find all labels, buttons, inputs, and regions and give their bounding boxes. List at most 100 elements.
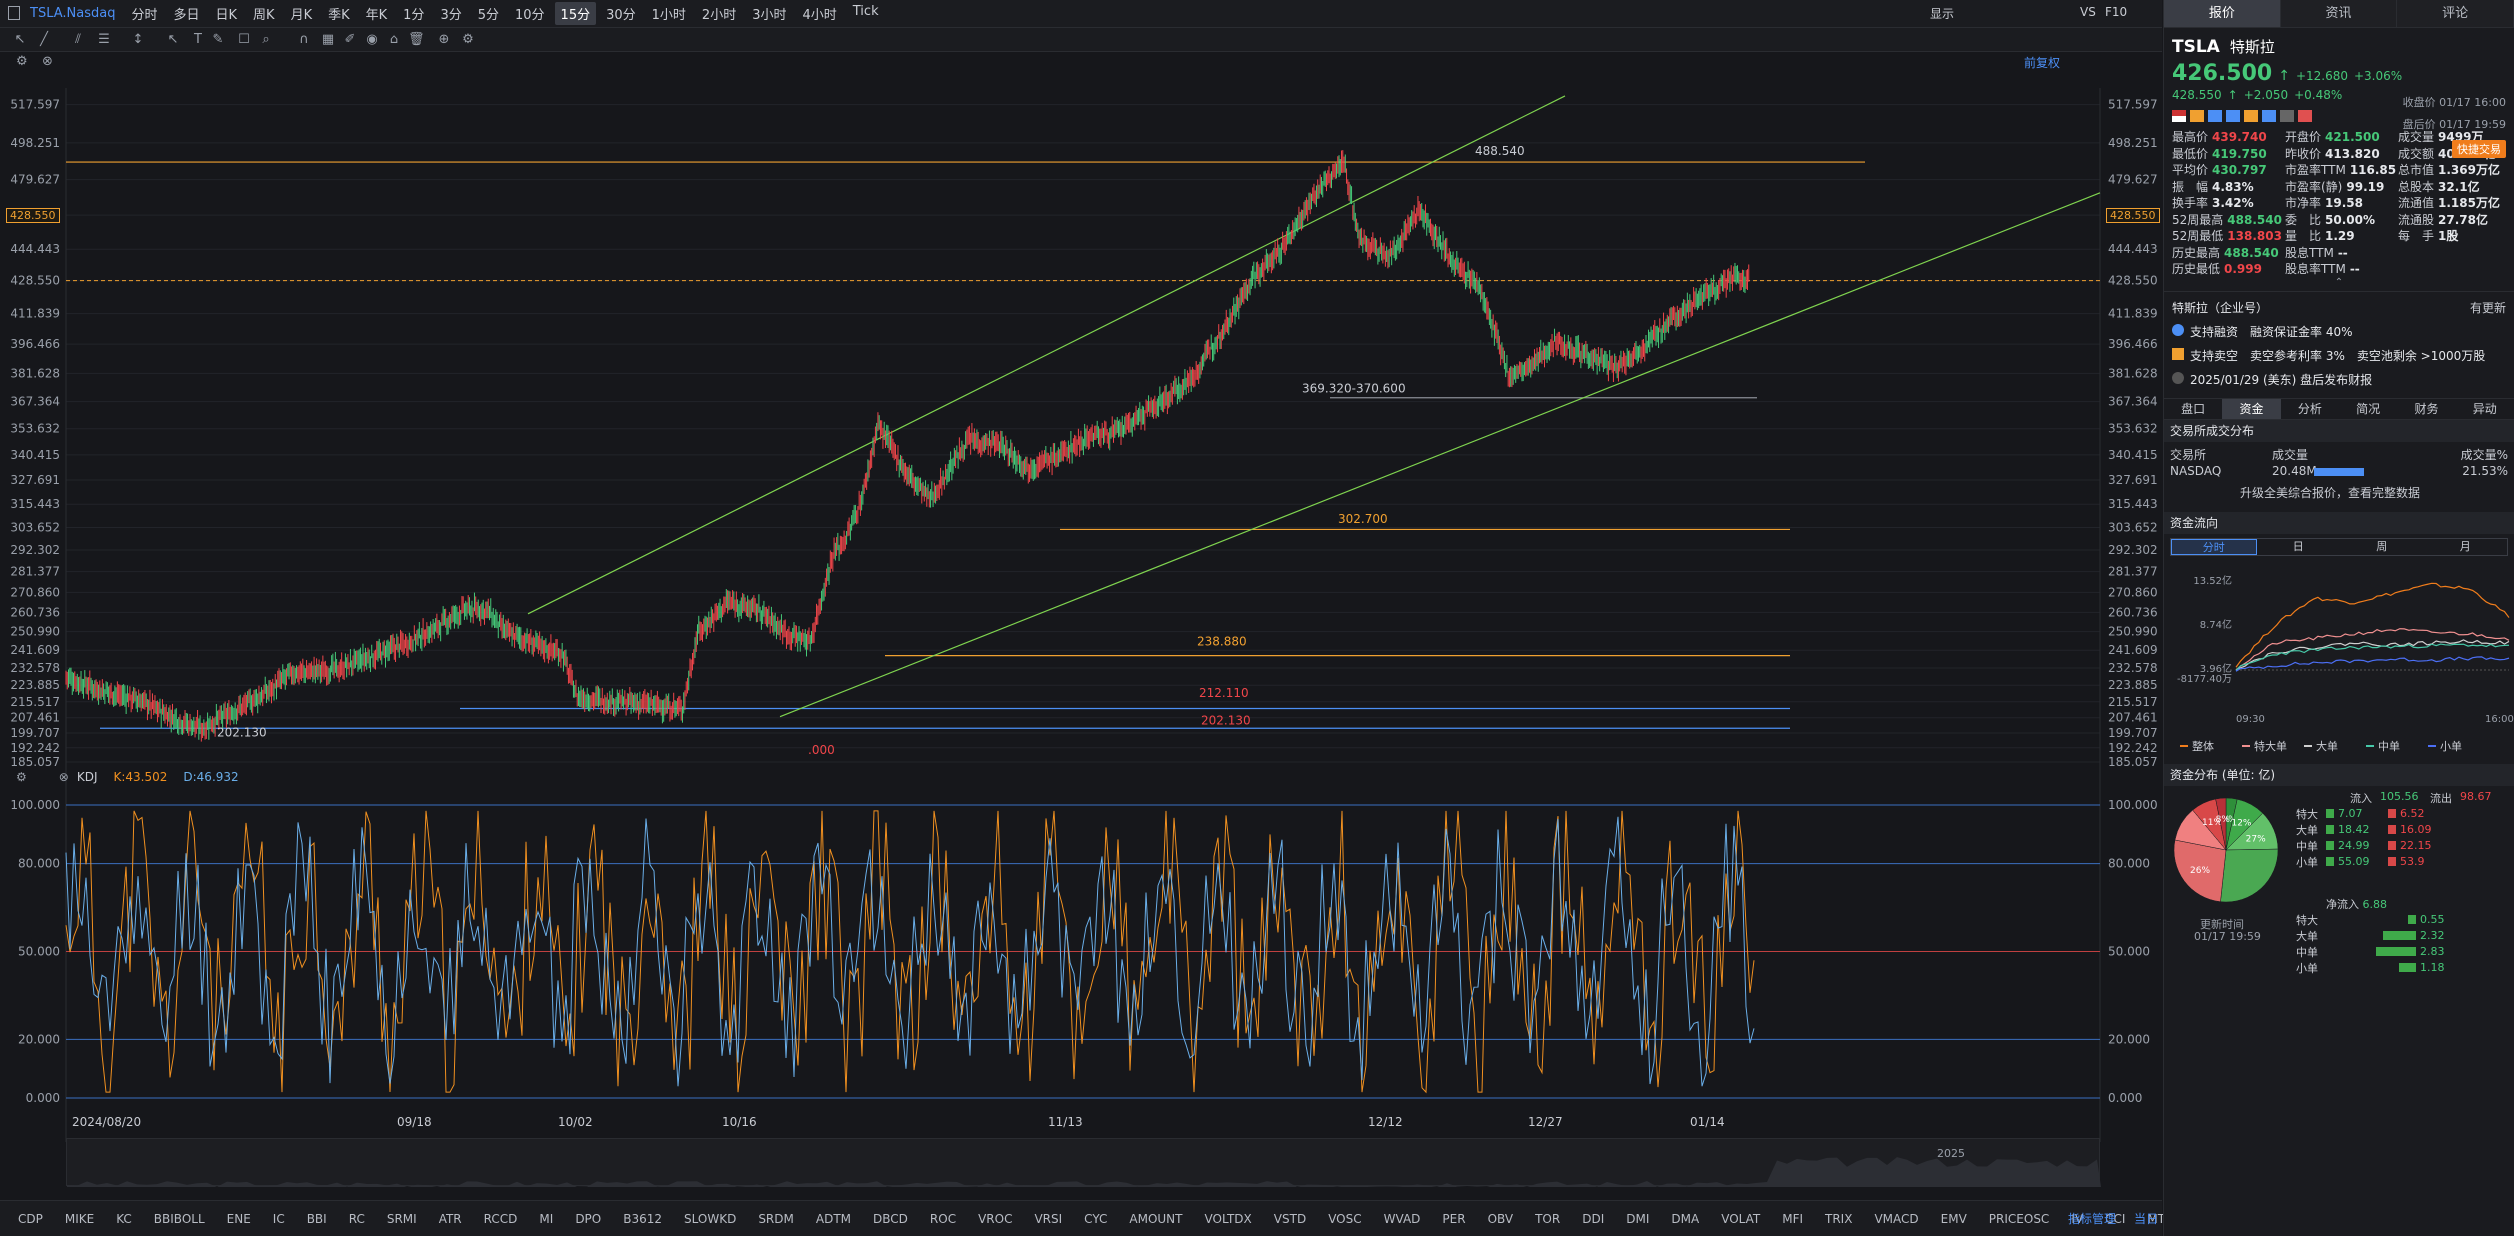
chart-settings-icon[interactable]: ⚙: [16, 54, 28, 69]
indicator-24[interactable]: VSTD: [1274, 1212, 1306, 1226]
kdj-settings-icon[interactable]: ⚙: [16, 770, 27, 784]
period-16[interactable]: 4小时: [796, 2, 842, 25]
shape-tool-icon[interactable]: ✎: [210, 32, 226, 48]
arrow-tool-icon[interactable]: ↖: [165, 32, 181, 48]
detail-tab-1[interactable]: 资金: [2222, 398, 2281, 419]
indicator-18[interactable]: ROC: [930, 1212, 956, 1226]
indicator-26[interactable]: WVAD: [1384, 1212, 1421, 1226]
trash-icon[interactable]: 🗑: [408, 32, 425, 48]
indicator-5[interactable]: IC: [273, 1212, 285, 1226]
vs-button[interactable]: VS: [2080, 5, 2096, 19]
company-update[interactable]: 有更新: [2470, 299, 2506, 316]
adjust-select[interactable]: 前复权: [2024, 54, 2060, 71]
kdj-close-icon[interactable]: ⊗: [59, 770, 69, 784]
period-4[interactable]: 月K: [285, 2, 319, 25]
indicator-12[interactable]: DPO: [575, 1212, 601, 1226]
company-link[interactable]: 特斯拉（企业号）: [2172, 299, 2268, 316]
period-7[interactable]: 1分: [397, 2, 430, 25]
indicator-16[interactable]: ADTM: [816, 1212, 851, 1226]
period-12[interactable]: 30分: [600, 2, 642, 25]
flow-tab-2[interactable]: 周: [2340, 539, 2424, 555]
detail-tab-5[interactable]: 异动: [2456, 399, 2514, 419]
period-9[interactable]: 5分: [472, 2, 505, 25]
quote-tab-0[interactable]: 报价: [2164, 0, 2281, 27]
kline-chart[interactable]: 517.597498.251479.627461.700444.443428.5…: [0, 52, 2162, 1182]
detail-tab-0[interactable]: 盘口: [2164, 399, 2222, 419]
indicator-0[interactable]: CDP: [18, 1212, 43, 1226]
indicator-37[interactable]: EMV: [1941, 1212, 1967, 1226]
period-2[interactable]: 日K: [210, 2, 244, 25]
indicator-14[interactable]: SLOWKD: [684, 1212, 736, 1226]
quote-tab-2[interactable]: 评论: [2397, 0, 2514, 27]
indicator-23[interactable]: VOLTDX: [1205, 1212, 1252, 1226]
flow-tab-1[interactable]: 日: [2257, 539, 2341, 555]
fib-tool-icon[interactable]: ☰: [96, 32, 112, 48]
indicator-4[interactable]: ENE: [227, 1212, 251, 1226]
indicator-9[interactable]: ATR: [439, 1212, 462, 1226]
period-15[interactable]: 3小时: [746, 2, 792, 25]
indicator-21[interactable]: CYC: [1084, 1212, 1107, 1226]
period-0[interactable]: 分时: [125, 2, 163, 25]
indicator-25[interactable]: VOSC: [1328, 1212, 1361, 1226]
symbol-label[interactable]: TSLA.Nasdaq: [30, 6, 115, 21]
quick-trade-button[interactable]: 快捷交易: [2452, 140, 2506, 158]
period-6[interactable]: 年K: [360, 2, 394, 25]
note-icon[interactable]: ☐: [236, 32, 252, 48]
indicator-17[interactable]: DBCD: [873, 1212, 908, 1226]
period-8[interactable]: 3分: [434, 2, 467, 25]
detail-tab-4[interactable]: 财务: [2397, 399, 2455, 419]
indicator-6[interactable]: BBI: [307, 1212, 327, 1226]
cursor-icon[interactable]: ↖: [12, 32, 28, 48]
flow-tab-3[interactable]: 月: [2424, 539, 2508, 555]
magnet-icon[interactable]: ∩: [296, 32, 312, 48]
panel-toggle-icon[interactable]: [8, 6, 20, 20]
indicator-22[interactable]: AMOUNT: [1129, 1212, 1182, 1226]
indicator-29[interactable]: TOR: [1535, 1212, 1560, 1226]
gear-icon[interactable]: ⚙: [460, 32, 476, 48]
period-17[interactable]: Tick: [847, 2, 885, 25]
indicator-13[interactable]: B3612: [623, 1212, 662, 1226]
period-10[interactable]: 10分: [509, 2, 551, 25]
f10-button[interactable]: F10: [2105, 5, 2127, 19]
indicator-38[interactable]: PRICEOSC: [1989, 1212, 2050, 1226]
indicator-35[interactable]: TRIX: [1825, 1212, 1852, 1226]
kdj-title[interactable]: KDJ: [77, 770, 98, 784]
indicator-32[interactable]: DMA: [1671, 1212, 1699, 1226]
pen-icon[interactable]: ✐: [342, 32, 358, 48]
indicator-20[interactable]: VRSI: [1034, 1212, 1062, 1226]
today-link[interactable]: 当日: [2134, 1210, 2158, 1227]
detail-tab-2[interactable]: 分析: [2281, 399, 2339, 419]
indicator-28[interactable]: OBV: [1488, 1212, 1514, 1226]
lock-icon[interactable]: ⌂: [386, 32, 402, 48]
display-menu[interactable]: 显示: [1930, 5, 1954, 22]
indicator-2[interactable]: KC: [116, 1212, 132, 1226]
indicator-8[interactable]: SRMI: [387, 1212, 417, 1226]
indicator-33[interactable]: VOLAT: [1721, 1212, 1760, 1226]
indicator-manage-link[interactable]: 指标管理: [2068, 1210, 2116, 1227]
indicator-27[interactable]: PER: [1442, 1212, 1465, 1226]
indicator-19[interactable]: VROC: [978, 1212, 1012, 1226]
indicator-15[interactable]: SRDM: [758, 1212, 794, 1226]
globe-icon[interactable]: ⊕: [436, 32, 452, 48]
period-14[interactable]: 2小时: [696, 2, 742, 25]
eye-icon[interactable]: ◉: [364, 32, 380, 48]
quote-tab-1[interactable]: 资讯: [2281, 0, 2398, 27]
period-1[interactable]: 多日: [167, 2, 205, 25]
period-3[interactable]: 周K: [247, 2, 281, 25]
period-13[interactable]: 1小时: [646, 2, 692, 25]
indicator-36[interactable]: VMACD: [1874, 1212, 1918, 1226]
chart-close-icon[interactable]: ⊗: [42, 54, 53, 69]
indicator-30[interactable]: DDI: [1582, 1212, 1604, 1226]
indicator-34[interactable]: MFI: [1782, 1212, 1803, 1226]
line-tool-icon[interactable]: ╱: [36, 32, 52, 48]
indicator-11[interactable]: MI: [539, 1212, 553, 1226]
indicator-3[interactable]: BBIBOLL: [154, 1212, 205, 1226]
indicator-31[interactable]: DMI: [1626, 1212, 1649, 1226]
search-icon[interactable]: ⌕: [258, 32, 274, 48]
upgrade-link[interactable]: 升级全美综合报价，查看完整数据: [2240, 484, 2420, 501]
period-11[interactable]: 15分: [554, 2, 597, 25]
text-tool-icon[interactable]: T: [190, 32, 206, 48]
indicator-10[interactable]: RCCD: [484, 1212, 518, 1226]
flow-tab-0[interactable]: 分时: [2171, 538, 2257, 555]
indicator-7[interactable]: RC: [349, 1212, 365, 1226]
